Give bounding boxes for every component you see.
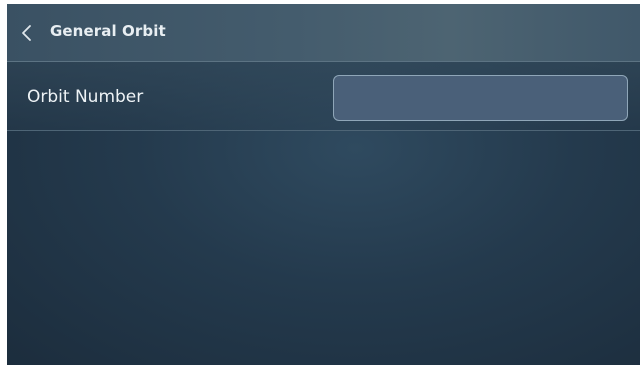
orbit-number-label: Orbit Number [27, 87, 144, 107]
page-title: General Orbit [50, 22, 166, 40]
chevron-left-icon[interactable] [19, 24, 35, 42]
header-bar: General Orbit [7, 4, 640, 62]
orbit-number-row: Orbit Number [7, 62, 640, 131]
orbit-number-input[interactable] [333, 75, 628, 121]
general-orbit-screen: General Orbit Orbit Number [7, 4, 640, 365]
